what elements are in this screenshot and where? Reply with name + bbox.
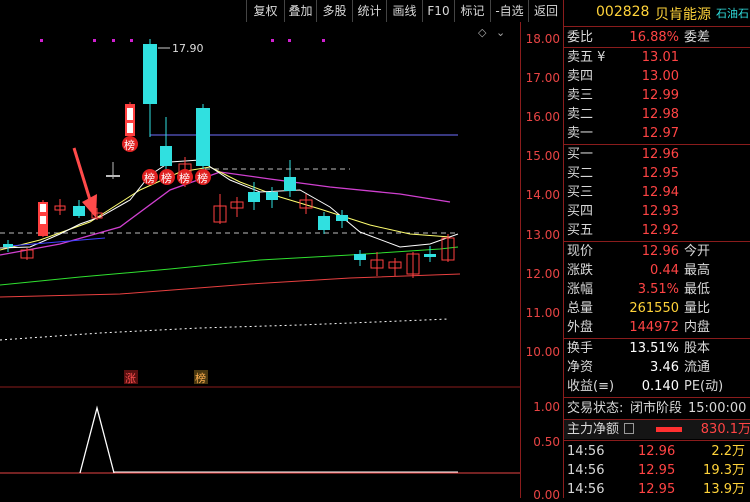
axis-label: 18.00 [525, 32, 560, 46]
quote-row: 净资 3.46 流通 [567, 360, 711, 375]
kline-chart[interactable]: ◇ ⌄ 17.90 榜 榜 榜 榜 榜 涨 榜 [0, 22, 520, 498]
quote-row: 收益(≡) 0.140 PE(动) [567, 379, 724, 394]
ma-red [0, 273, 461, 298]
svg-text:榜: 榜 [161, 171, 172, 185]
quote-panel: 002828 贝肯能源 石油石 委比 16.88% 委差 卖五 ¥13.01 卖… [563, 0, 750, 498]
mark-button[interactable]: 标记 [454, 0, 490, 22]
trading-status-row: 交易状态: 闭市阶段 15:00:00 [567, 401, 747, 416]
svg-text:榜: 榜 [144, 171, 155, 185]
statistics-button[interactable]: 统计 [352, 0, 386, 22]
svg-text:榜: 榜 [124, 138, 135, 152]
quote-row: 涨跌 0.44 最高 [567, 263, 711, 278]
remove-watchlist-button[interactable]: -自选 [490, 0, 528, 22]
f10-button[interactable]: F10 [422, 0, 454, 22]
draw-line-button[interactable]: 画线 [386, 0, 422, 22]
quote-row: 总量 261550 量比 [567, 301, 711, 316]
chart-toolbar: 复权 叠加 多股 统计 画线 F10 标记 -自选 返回 [0, 0, 563, 22]
chevron-down-icon[interactable]: ⌄ [496, 26, 505, 39]
tick-row: 14:56 12.95 13.9万 [567, 482, 745, 497]
restore-rights-button[interactable]: 复权 [246, 0, 284, 22]
multi-stock-button[interactable]: 多股 [316, 0, 352, 22]
ma-dotted [0, 318, 449, 341]
rank-tag[interactable]: 榜 [194, 370, 208, 385]
sector-label[interactable]: 石油石 [716, 5, 749, 21]
bid-row[interactable]: 买三 12.94 [564, 183, 750, 202]
indicator-spike [79, 405, 115, 474]
stock-header: 002828 贝肯能源 石油石 [564, 0, 750, 26]
quote-row: 现价 12.96 今开 [567, 244, 711, 259]
bid-row[interactable]: 买二 12.95 [564, 164, 750, 183]
svg-text:榜: 榜 [195, 371, 206, 385]
net-flow-bar [656, 427, 682, 432]
quote-row: 换手 13.51% 股本 [567, 341, 711, 356]
peak-price-label: 17.90 [172, 42, 204, 55]
ask-row[interactable]: 卖五 ¥13.01 [564, 48, 750, 67]
axis-label: 12.00 [525, 267, 560, 281]
ask-row[interactable]: 卖四 13.00 [564, 67, 750, 86]
bid-row[interactable]: 买五 12.92 [564, 221, 750, 240]
rank-badge-5[interactable]: 榜 [195, 169, 211, 185]
svg-text:榜: 榜 [197, 171, 208, 185]
weibi-row: 委比 16.88% 委差 [567, 30, 711, 45]
ma-yellow [0, 166, 451, 251]
bid-row[interactable]: 买四 12.93 [564, 202, 750, 221]
overlay-button[interactable]: 叠加 [284, 0, 316, 22]
axis-label: 14.00 [525, 188, 560, 202]
main-net-row[interactable]: 主力净额 830.1万 [564, 420, 750, 439]
stock-code: 002828 [596, 4, 650, 20]
ma-magenta [0, 171, 451, 256]
axis-label: 17.00 [525, 71, 560, 85]
axis-label: 11.00 [525, 306, 560, 320]
diamond-icon[interactable]: ◇ [478, 26, 487, 39]
axis-label: 16.00 [525, 110, 560, 124]
ask-row[interactable]: 卖一 12.97 [564, 124, 750, 143]
rank-badge-1[interactable]: 榜 [122, 136, 138, 152]
indicator-axis-label: 0.00 [533, 488, 560, 502]
price-axis: 18.00 17.00 16.00 15.00 14.00 13.00 12.0… [520, 22, 564, 502]
axis-label: 10.00 [525, 345, 560, 359]
quote-row: 涨幅 3.51% 最低 [567, 282, 711, 297]
axis-label: 15.00 [525, 149, 560, 163]
ask-row[interactable]: 卖二 12.98 [564, 105, 750, 124]
ask-row[interactable]: 卖三 12.99 [564, 86, 750, 105]
rank-badge-3[interactable]: 榜 [159, 169, 175, 185]
tick-row: 14:56 12.95 19.3万 [567, 463, 745, 478]
stock-name: 贝肯能源 [655, 7, 711, 23]
quote-row: 外盘 144972 内盘 [567, 320, 711, 335]
calendar-icon[interactable] [624, 423, 634, 434]
svg-text:榜: 榜 [179, 171, 190, 185]
bid-row[interactable]: 买一 12.96 [564, 145, 750, 164]
svg-text:涨: 涨 [125, 372, 136, 385]
axis-label: 13.00 [525, 228, 560, 242]
rank-badge-4[interactable]: 榜 [177, 169, 193, 185]
tick-row: 14:56 12.96 2.2万 [567, 444, 745, 459]
limit-up-badge[interactable]: 涨 [124, 370, 138, 385]
indicator-axis-label: 1.00 [533, 400, 560, 414]
back-button[interactable]: 返回 [528, 0, 563, 22]
rank-badge-2[interactable]: 榜 [142, 169, 158, 185]
indicator-axis-label: 0.50 [533, 435, 560, 449]
